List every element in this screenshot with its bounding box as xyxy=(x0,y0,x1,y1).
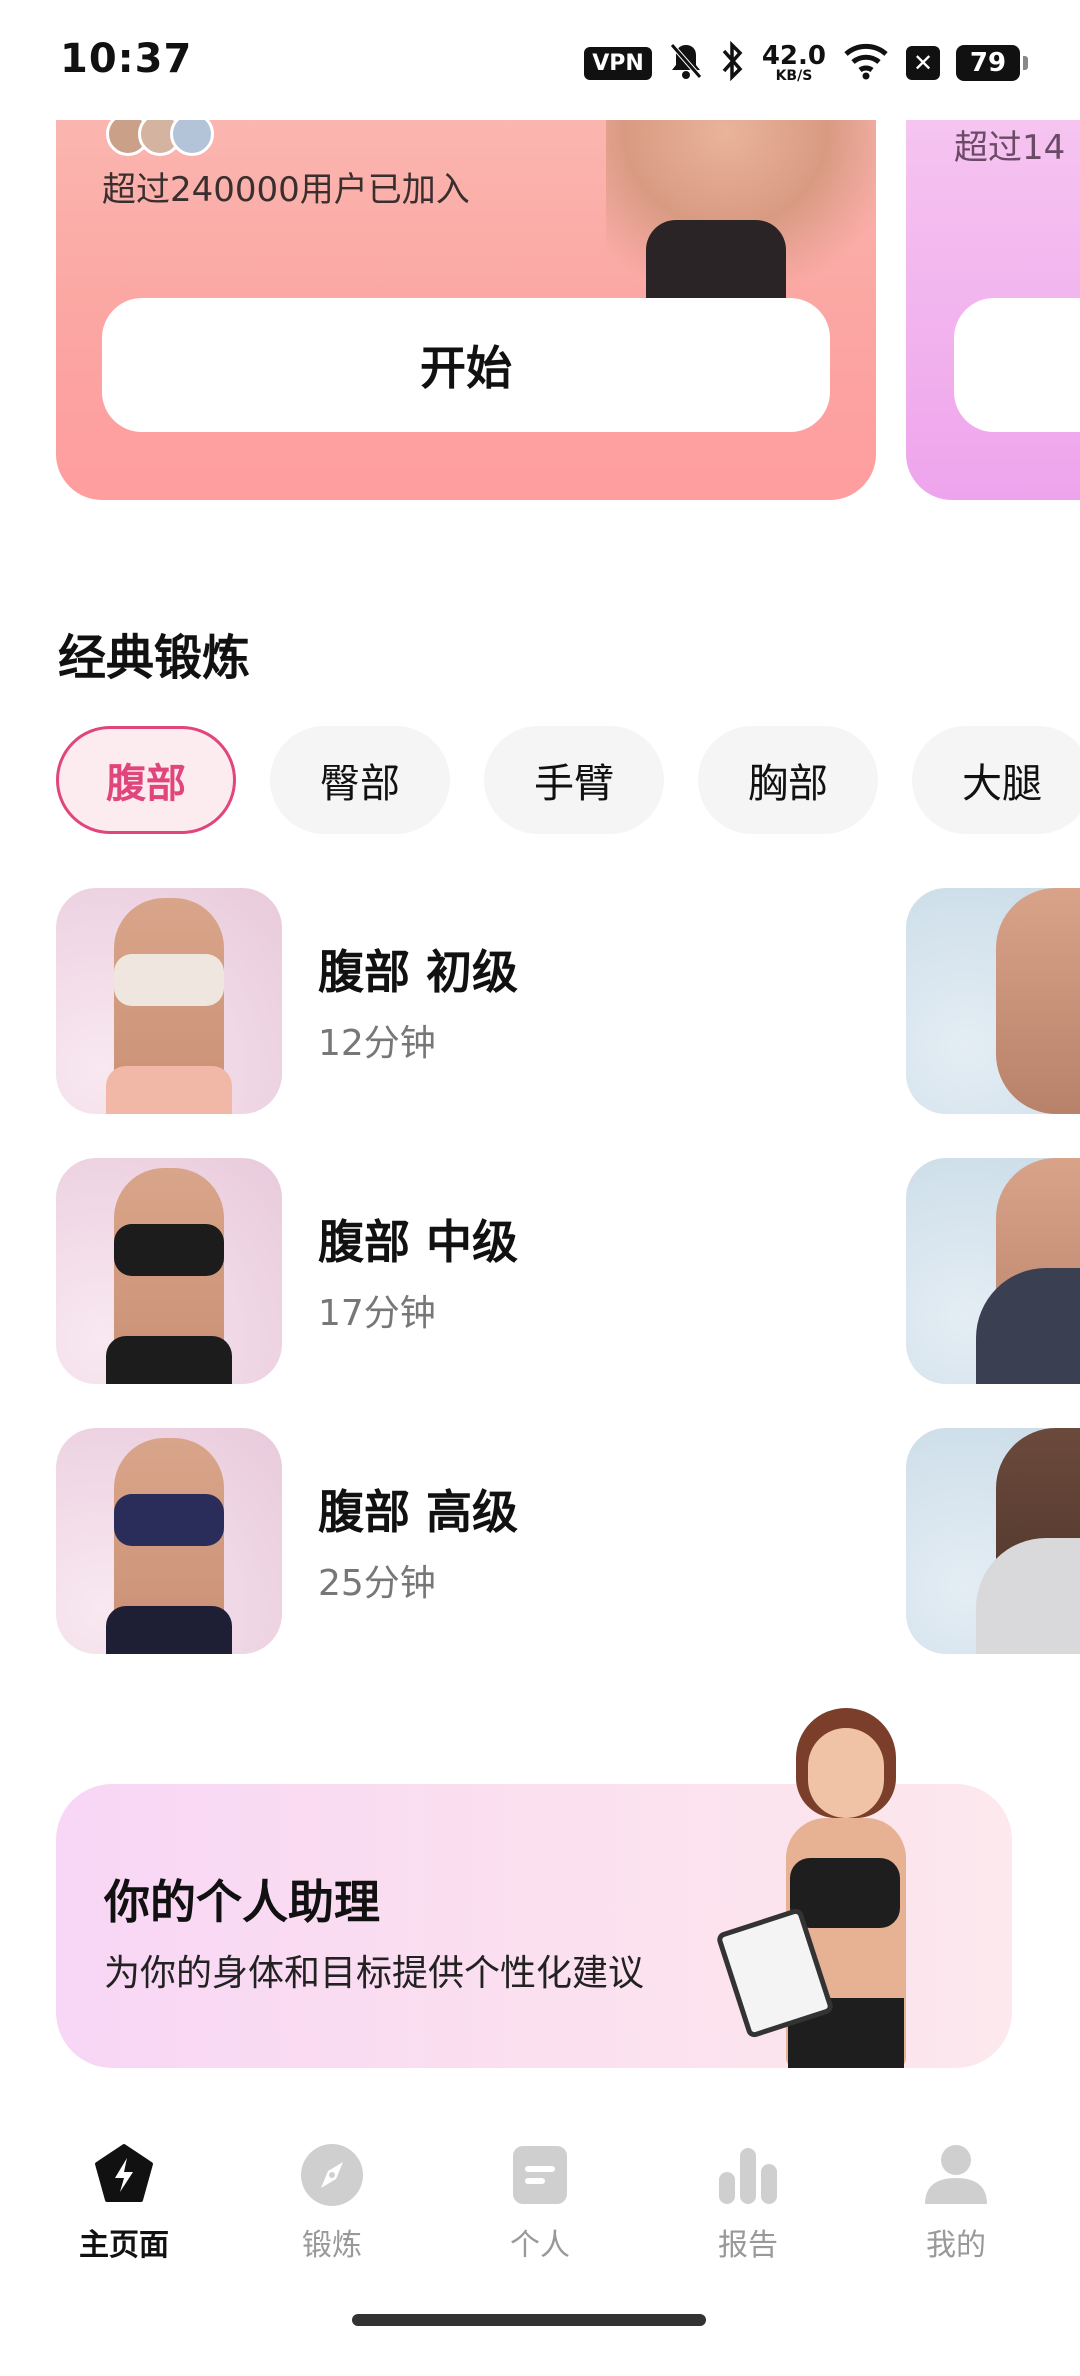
workout-item-intermediate[interactable]: 腹部 中级 17分钟 xyxy=(56,1158,876,1384)
compass-icon xyxy=(299,2142,365,2208)
nav-label: 主页面 xyxy=(79,2228,169,2263)
status-icons: VPN 42.0 KB/S ✕ 79 xyxy=(584,40,1028,86)
nav-item-mine[interactable]: 我的 xyxy=(866,2130,1046,2264)
category-chip-arms[interactable]: 手臂 xyxy=(484,726,664,834)
workout-duration: 17分钟 xyxy=(318,1293,436,1334)
section-title: 经典锻炼 xyxy=(58,630,251,686)
close-icon: ✕ xyxy=(906,46,940,80)
home-indicator[interactable] xyxy=(352,2314,706,2326)
workout-name: 腹部 中级 xyxy=(318,1215,519,1269)
hero-card-next[interactable]: 超过14 xyxy=(906,100,1080,500)
workout-duration: 25分钟 xyxy=(318,1563,436,1604)
category-tabs: 腹部 臀部 手臂 胸部 大腿 xyxy=(56,726,1080,834)
workout-thumbnail-peek[interactable] xyxy=(906,1428,1080,1654)
category-chip-chest[interactable]: 胸部 xyxy=(698,726,878,834)
bell-muted-icon xyxy=(668,41,704,85)
category-chip-glutes[interactable]: 臀部 xyxy=(270,726,450,834)
workout-thumbnail-peek[interactable] xyxy=(906,888,1080,1114)
status-bar: 10:37 VPN 42.0 KB/S ✕ 79 xyxy=(0,0,1080,120)
hero-card: 超过240000用户已加入 开始 xyxy=(56,100,876,500)
vpn-icon: VPN xyxy=(584,46,652,80)
hero-model-image xyxy=(606,100,876,310)
bottom-nav: 主页面 锻炼 个人 报告 我的 xyxy=(0,2130,1080,2300)
assistant-illustration xyxy=(715,1708,960,2068)
nav-item-personal[interactable]: 个人 xyxy=(450,2130,630,2264)
nav-label: 报告 xyxy=(718,2228,778,2263)
nav-item-report[interactable]: 报告 xyxy=(658,2130,838,2264)
bolt-icon xyxy=(91,2142,157,2208)
nav-label: 我的 xyxy=(926,2228,986,2263)
workout-thumbnail xyxy=(56,888,282,1114)
nav-label: 个人 xyxy=(510,2228,570,2263)
workout-name: 腹部 初级 xyxy=(318,945,519,999)
category-chip-thighs[interactable]: 大腿 xyxy=(912,726,1080,834)
workout-duration: 12分钟 xyxy=(318,1023,436,1064)
workout-thumbnail-peek[interactable] xyxy=(906,1158,1080,1384)
nav-item-home[interactable]: 主页面 xyxy=(34,2130,214,2264)
bar-chart-icon xyxy=(715,2142,781,2208)
person-icon xyxy=(923,2142,989,2208)
assistant-subtitle: 为你的身体和目标提供个性化建议 xyxy=(104,1953,645,1994)
network-speed: 42.0 KB/S xyxy=(761,41,826,84)
users-joined-text: 超过240000用户已加入 xyxy=(102,170,470,210)
category-chip-abs[interactable]: 腹部 xyxy=(56,726,236,834)
workout-item-beginner[interactable]: 腹部 初级 12分钟 xyxy=(56,888,876,1114)
note-icon xyxy=(507,2142,573,2208)
users-joined-text: 超过14 xyxy=(954,128,1066,168)
status-time: 10:37 xyxy=(60,36,193,82)
workout-thumbnail xyxy=(56,1158,282,1384)
start-button-peek[interactable] xyxy=(954,298,1080,432)
wifi-icon xyxy=(842,42,890,84)
nav-item-workout[interactable]: 锻炼 xyxy=(242,2130,422,2264)
bluetooth-icon xyxy=(720,40,746,85)
start-button[interactable]: 开始 xyxy=(102,298,830,432)
nav-label: 锻炼 xyxy=(302,2228,362,2263)
workout-thumbnail xyxy=(56,1428,282,1654)
workout-name: 腹部 高级 xyxy=(318,1485,519,1539)
workout-item-advanced[interactable]: 腹部 高级 25分钟 xyxy=(56,1428,876,1654)
assistant-title: 你的个人助理 xyxy=(104,1875,380,1929)
battery-icon: 79 xyxy=(956,45,1028,81)
